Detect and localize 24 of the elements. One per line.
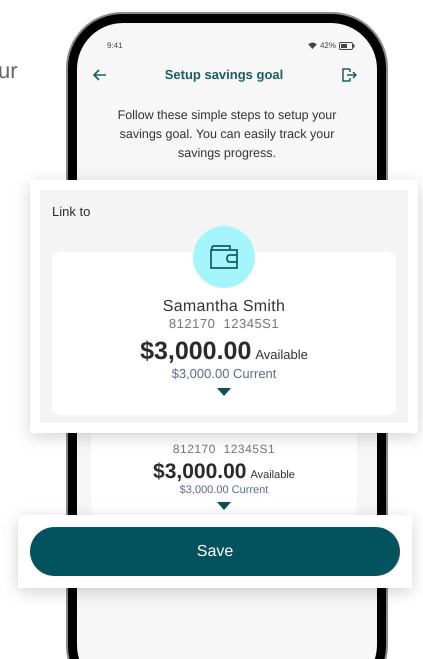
battery-icon (339, 42, 355, 50)
account-holder-name: Samantha Smith (162, 298, 286, 316)
account-card[interactable]: Samantha Smith 812170 12345S1 $3,000.00 Available $3,000.00 Current (52, 252, 396, 415)
available-amount: $3,000.00 (140, 337, 252, 366)
logout-icon[interactable] (340, 68, 357, 82)
current-balance: $3,000.00 Current (172, 366, 276, 381)
status-time: 9:41 (107, 41, 123, 50)
screen-title: Setup savings goal (164, 67, 284, 82)
wifi-icon (308, 42, 317, 49)
caret-icon[interactable] (217, 502, 231, 510)
available-amount: $3,000.00 (153, 460, 246, 484)
back-arrow-icon[interactable] (93, 68, 107, 80)
caret-icon[interactable] (217, 388, 231, 396)
account-card[interactable]: 812170 12345S1 $3,000.00 Available $3,000.00 Current (91, 434, 357, 516)
available-label: Available (250, 469, 295, 481)
available-label: Available (255, 347, 308, 362)
account-number: 812170 12345S1 (168, 316, 280, 331)
wallet-icon (209, 245, 239, 269)
link-to-label: Link to (52, 204, 92, 219)
current-balance: $3,000.00 Current (180, 484, 268, 496)
save-button[interactable]: Save (30, 527, 400, 576)
account-number: 812170 12345S1 (172, 442, 276, 456)
battery-percent: 42% (320, 41, 336, 50)
intro-text: Follow these simple steps to setup your savings goal. You can easily track your savings progress. (116, 107, 338, 162)
